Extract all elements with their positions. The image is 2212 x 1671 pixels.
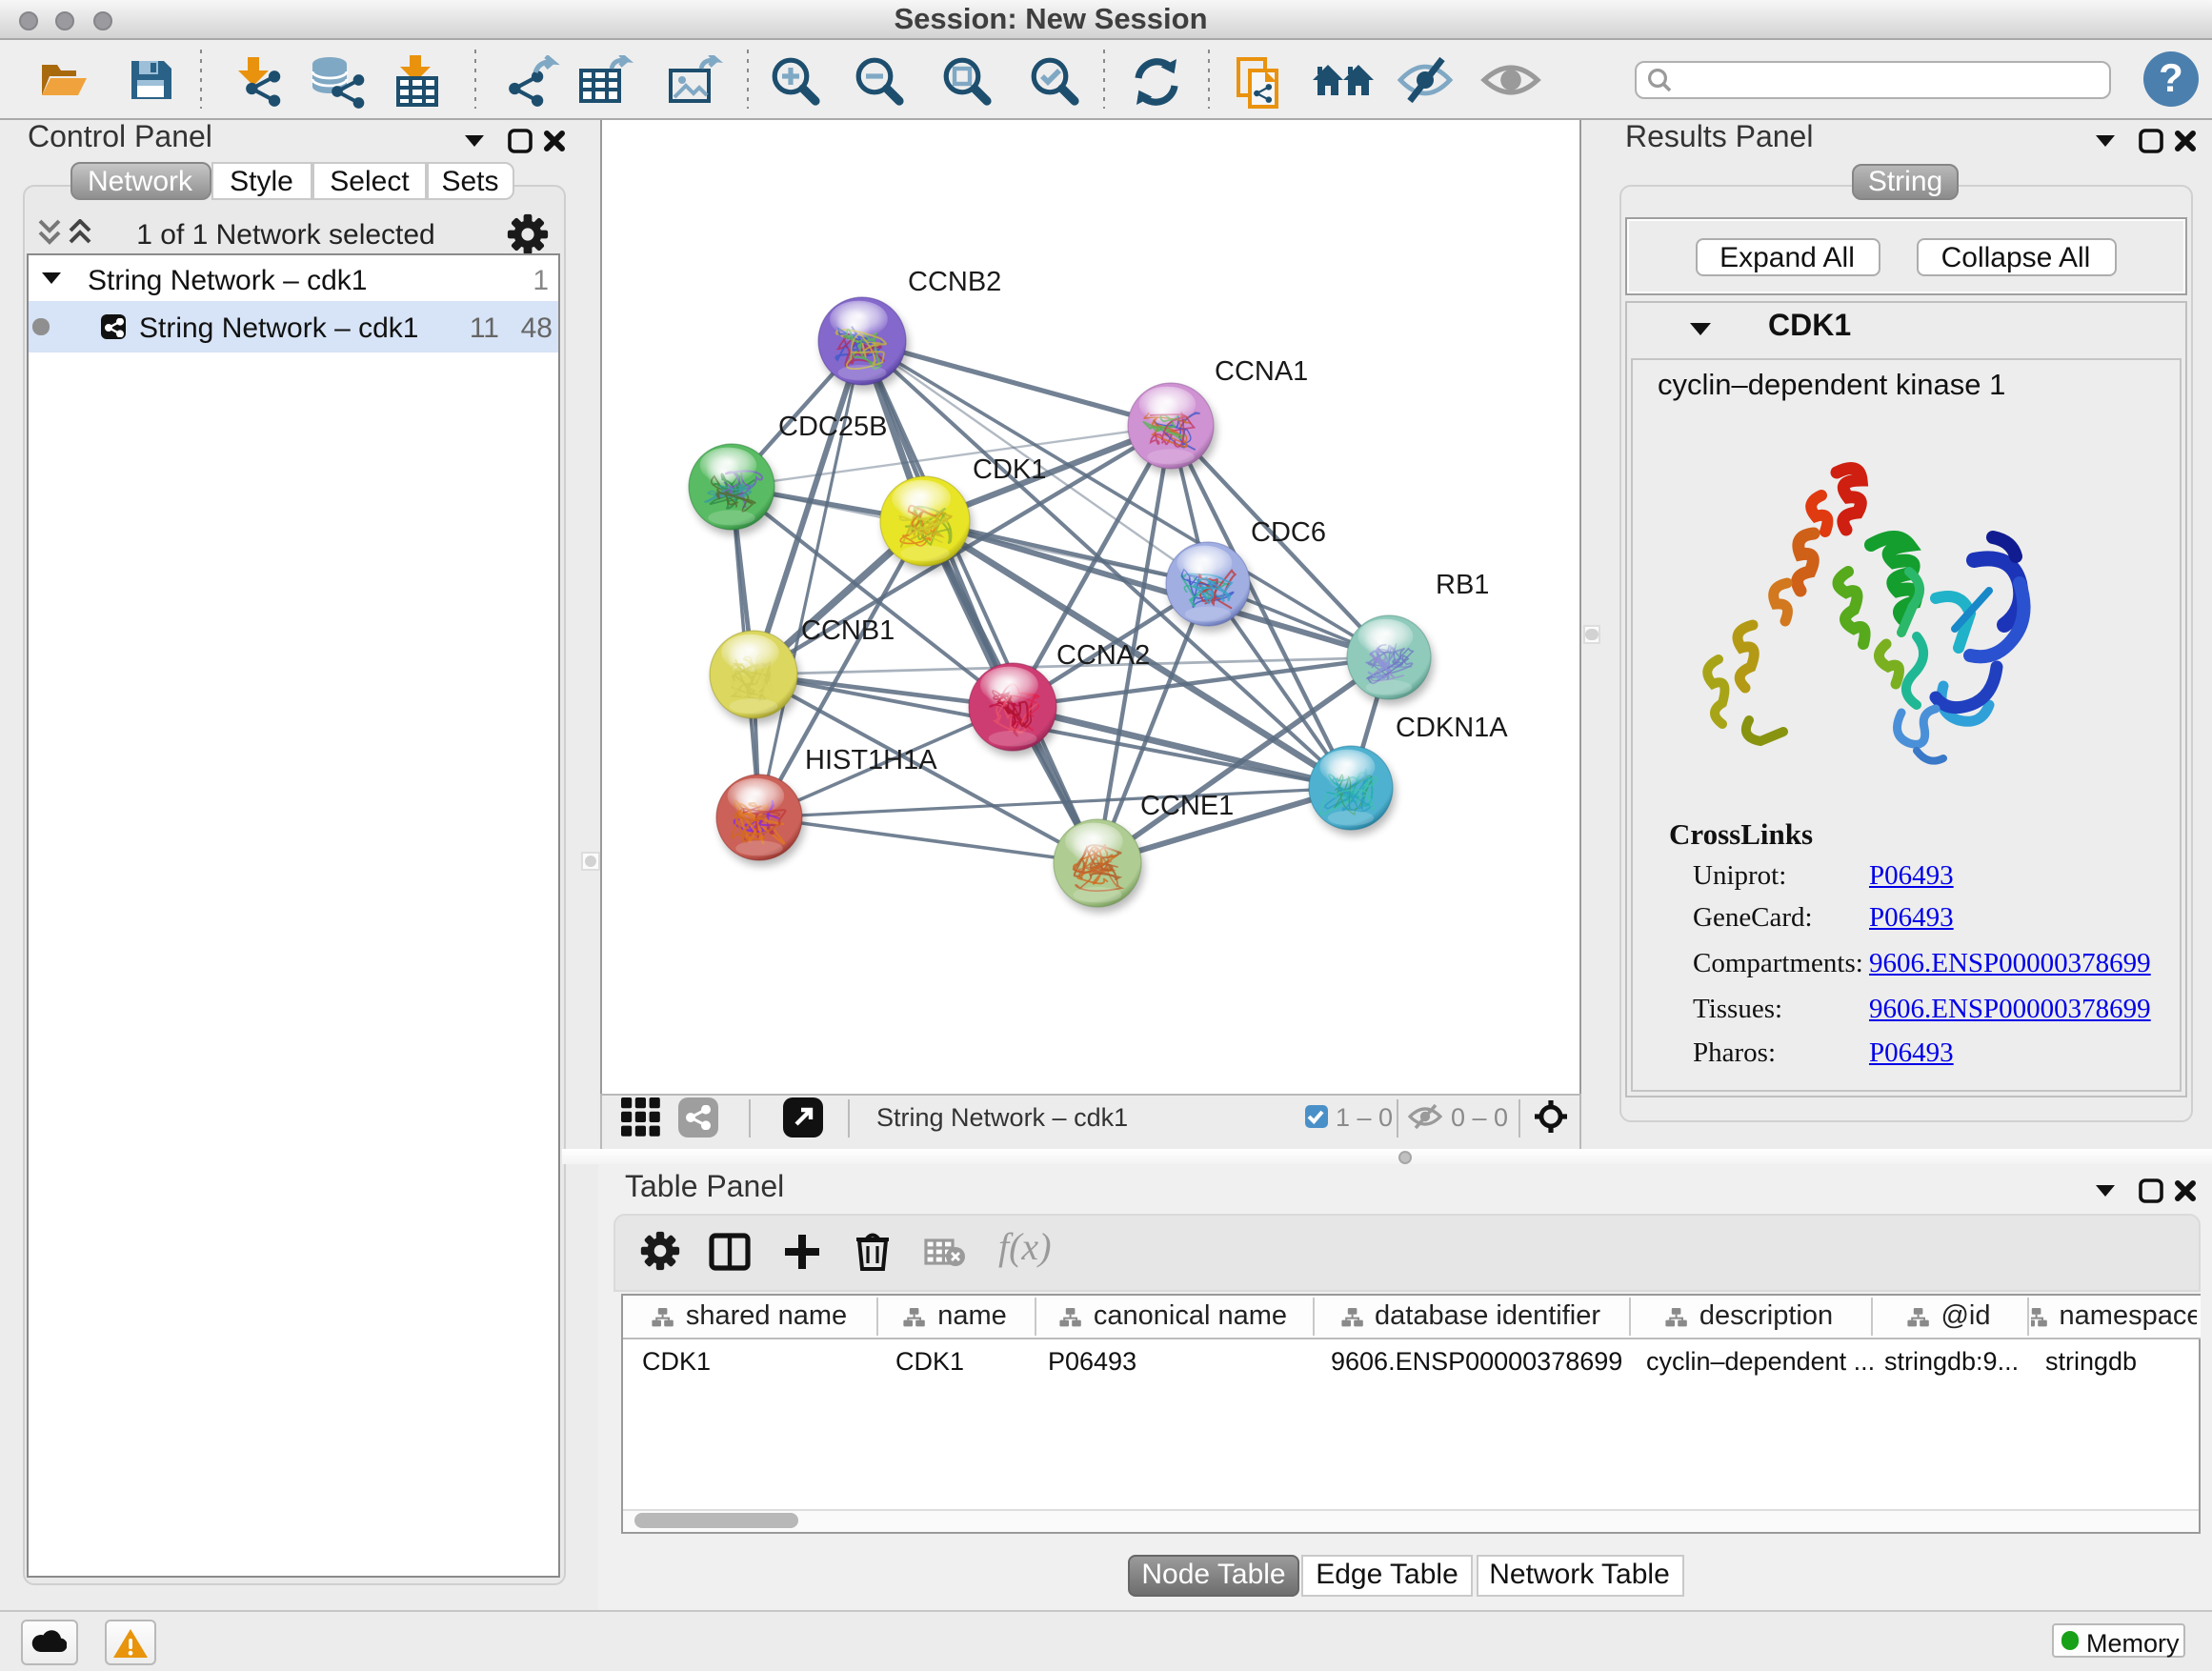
svg-text:CDC25B: CDC25B xyxy=(777,411,886,441)
svg-text:HIST1H1A: HIST1H1A xyxy=(804,744,936,775)
svg-text:CDKN1A: CDKN1A xyxy=(1395,712,1507,742)
svg-text:CDK1: CDK1 xyxy=(972,453,1045,484)
svg-text:CCNA2: CCNA2 xyxy=(1056,639,1149,670)
svg-text:RB1: RB1 xyxy=(1435,569,1488,599)
svg-text:CCNA1: CCNA1 xyxy=(1214,355,1307,386)
svg-text:CCNB2: CCNB2 xyxy=(907,266,1000,296)
svg-text:CCNE1: CCNE1 xyxy=(1139,790,1233,820)
svg-text:CDC6: CDC6 xyxy=(1250,516,1325,547)
svg-text:CCNB1: CCNB1 xyxy=(800,614,894,645)
